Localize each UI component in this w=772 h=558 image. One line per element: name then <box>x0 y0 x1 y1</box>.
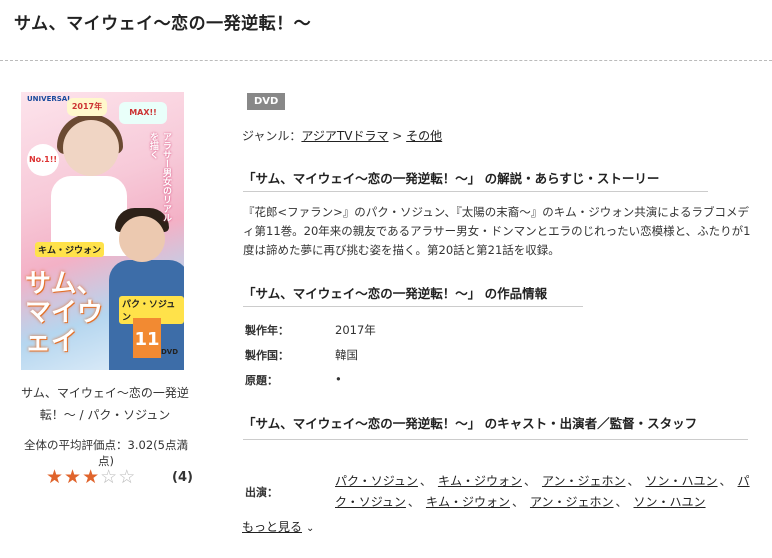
star-rating: ★★★☆☆ <box>46 467 136 487</box>
cast-member-link[interactable]: パク・ソジュン <box>335 474 418 488</box>
cast-member-link[interactable]: ソン・ハユン <box>646 474 718 488</box>
genre-breadcrumb: ジャンル：アジアTVドラマ > その他 <box>242 127 442 144</box>
cover-caption-line1: サム、マイウェイ〜恋の一発逆 <box>21 386 189 400</box>
show-more-label: もっと見る <box>242 520 303 534</box>
cast-separator: 、 <box>615 495 628 509</box>
info-value-original-title: • <box>335 372 342 386</box>
cast-member-link[interactable]: キム・ジウォン <box>438 474 522 488</box>
synopsis-text: 『花郎<ファラン>』のパク・ソジュン、『太陽の末裔〜』のキム・ジウォン共演による… <box>243 205 751 257</box>
info-label-country: 製作国： <box>245 349 289 362</box>
info-value-year: 2017年 <box>335 323 376 337</box>
cover-caption[interactable]: サム、マイウェイ〜恋の一発逆 転！〜 / パク・ソジュン <box>20 382 190 426</box>
section-title-cast-staff: 「サム、マイウェイ〜恋の一発逆転！〜」 のキャスト・出演者／監督・スタッフ <box>243 413 748 440</box>
format-tag: DVD <box>247 93 286 110</box>
cast-label: 出演： <box>245 486 278 499</box>
cast-separator: 、 <box>627 474 640 488</box>
cover-dvd-mark: DVD <box>161 348 179 356</box>
dvd-cover-image[interactable]: UNIVERSAL 2017年 MAX!! No.1!! アラサー男女のリアルを… <box>21 92 184 370</box>
section-title-synopsis: 「サム、マイウェイ〜恋の一発逆転！〜」 の解説・あらすじ・ストーリー <box>243 168 708 192</box>
cast-member-link[interactable]: アン・ジェホン <box>542 474 626 488</box>
cast-separator: 、 <box>419 474 432 488</box>
cover-caption-line2: 転！〜 / パク・ソジュン <box>39 408 171 422</box>
cover-figure-actor-face <box>119 216 165 262</box>
cast-separator: 、 <box>523 474 536 488</box>
cast-member-link[interactable]: アン・ジェホン <box>530 495 614 509</box>
genre-link-asia-tv-drama[interactable]: アジアTVドラマ <box>301 129 388 143</box>
star-empty-icon: ☆ <box>118 466 136 488</box>
cover-badge-year: 2017年 <box>67 98 107 116</box>
studio-logo: UNIVERSAL <box>27 95 72 103</box>
cover-volume-number: 11 <box>133 318 161 358</box>
title-divider <box>0 60 772 61</box>
review-count[interactable]: (4) <box>172 470 193 485</box>
star-filled-icon: ★ <box>82 466 100 488</box>
genre-separator: > <box>388 129 407 143</box>
cover-title-logo: サム、マイウェイ <box>25 269 104 357</box>
cover-badge-max: MAX!! <box>119 102 167 124</box>
genre-label: ジャンル： <box>242 129 302 143</box>
page-title: サム、マイウェイ〜恋の一発逆転！〜 <box>14 14 312 34</box>
section-title-work-info: 「サム、マイウェイ〜恋の一発逆転！〜」 の作品情報 <box>243 283 583 307</box>
genre-link-other[interactable]: その他 <box>406 129 442 143</box>
star-filled-icon: ★ <box>46 466 64 488</box>
info-value-country: 韓国 <box>335 348 358 362</box>
chevron-down-icon: ⌄ <box>306 523 315 534</box>
cover-name-actress: キム・ジウォン <box>35 242 105 257</box>
cast-member-link[interactable]: キム・ジウォン <box>426 495 510 509</box>
cast-separator: 、 <box>407 495 420 509</box>
cast-member-link[interactable]: ソン・ハユン <box>634 495 706 509</box>
cast-separator: 、 <box>511 495 524 509</box>
show-more-link[interactable]: もっと見る ⌄ <box>242 518 314 535</box>
average-rating-text: 全体の平均評価点：3.02(5点満点) <box>24 438 188 468</box>
star-filled-icon: ★ <box>64 466 82 488</box>
cover-badge-no1: No.1!! <box>27 144 59 176</box>
cover-tagline: アラサー男女のリアルを描く <box>148 132 171 222</box>
star-empty-icon: ☆ <box>100 466 118 488</box>
cast-list: パク・ソジュン、キム・ジウォン、アン・ジェホン、ソン・ハユン、パク・ソジュン、キ… <box>335 471 750 513</box>
cover-figure-actress-face <box>63 120 119 176</box>
info-label-original-title: 原題： <box>245 374 278 387</box>
info-label-year: 製作年： <box>245 324 289 337</box>
cast-separator: 、 <box>719 474 732 488</box>
